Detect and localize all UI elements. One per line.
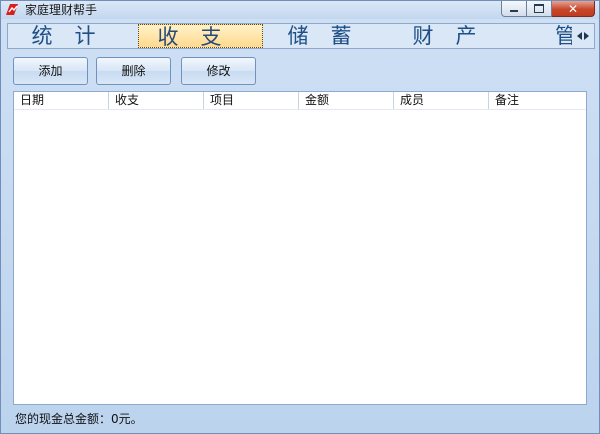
tab-scroll-buttons [572,24,594,48]
column-header-item[interactable]: 项目 [204,92,299,109]
title-bar[interactable]: 家庭理财帮手 ✕ [1,1,599,19]
column-header-member[interactable]: 成员 [394,92,489,109]
column-header-date[interactable]: 日期 [14,92,109,109]
tab-income-expense[interactable]: 收支 [138,24,263,48]
list-header: 日期 收支 项目 金额 成员 备注 [14,92,586,110]
scroll-right-icon[interactable] [584,32,589,40]
app-logo-icon [6,4,18,15]
column-header-type[interactable]: 收支 [109,92,204,109]
minimize-button[interactable] [501,1,527,17]
status-text: 您的现金总金额：0元。 [15,412,143,426]
maximize-icon [534,4,544,13]
close-icon: ✕ [567,1,579,16]
records-list[interactable]: 日期 收支 项目 金额 成员 备注 [13,91,587,405]
minimize-icon [510,10,518,12]
add-button[interactable]: 添加 [13,57,88,85]
tab-savings[interactable]: 储蓄 [268,24,393,48]
maximize-button[interactable] [527,1,552,17]
scroll-left-icon[interactable] [577,32,582,40]
tab-strip: 统计 收支 储蓄 财产 管 [7,23,595,49]
tab-statistics[interactable]: 统计 [12,24,137,48]
column-header-amount[interactable]: 金额 [299,92,394,109]
window-title: 家庭理财帮手 [25,3,98,17]
column-header-note[interactable]: 备注 [489,92,586,109]
app-window: 家庭理财帮手 ✕ 统计 收支 储蓄 财产 管 添加 删除 修改 日期 收支 [0,0,600,434]
tab-property[interactable]: 财产 [393,24,518,48]
delete-button[interactable]: 删除 [96,57,171,85]
window-controls: ✕ [501,1,595,18]
edit-button[interactable]: 修改 [181,57,256,85]
close-button[interactable]: ✕ [552,1,595,17]
